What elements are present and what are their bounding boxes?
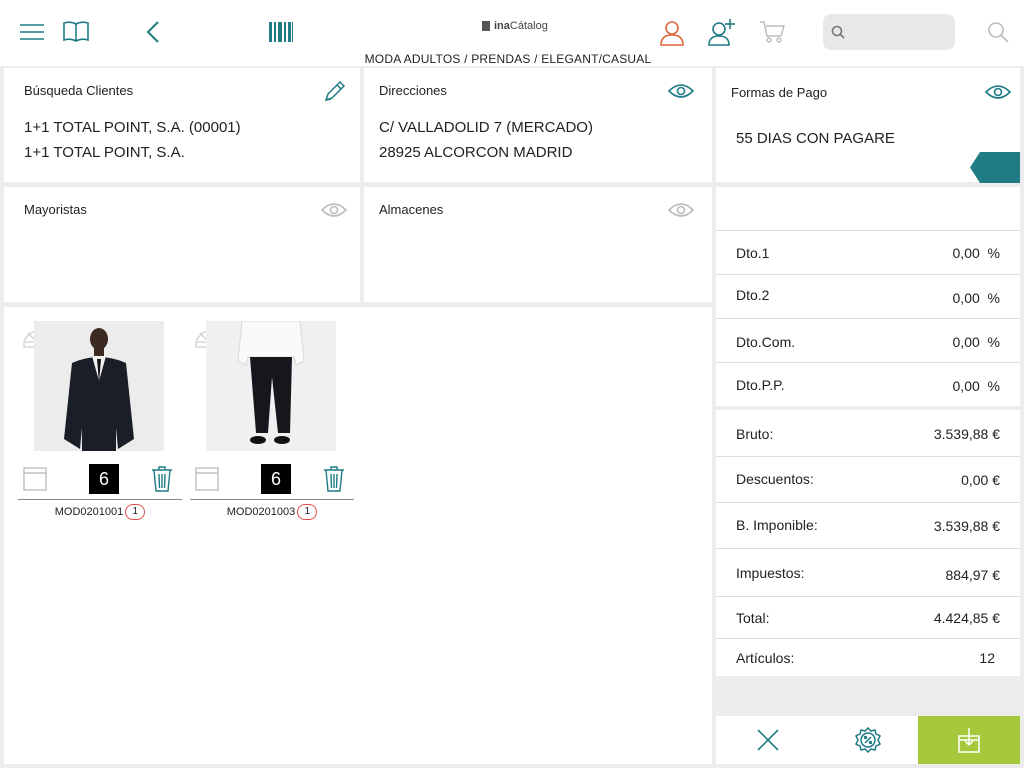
customer-line-2: 1+1 TOTAL POINT, S.A. [24,144,185,161]
side-tab-handle[interactable] [970,152,1020,183]
edit-pencil-icon[interactable] [322,80,346,104]
discount-row[interactable]: Dto.P.P. 0,00 % [716,362,1020,406]
customer-search-card[interactable]: Búsqueda Clientes 1+1 TOTAL POINT, S.A. … [4,68,360,182]
discount-row[interactable]: Dto.1 0,00 % [716,230,1020,274]
wholesalers-title: Mayoristas [24,202,87,217]
discount-value: 0,00 % [952,334,1000,350]
totals-label: Artículos: [736,650,795,666]
warehouses-title: Almacenes [379,202,444,217]
user-icon[interactable] [660,20,684,46]
totals-row: Artículos: 12 [716,638,1020,676]
product-code-line: MOD0201001 1 [18,504,182,520]
product-divider [190,499,354,500]
payment-methods-card[interactable]: Formas de Pago 55 DIAS CON PAGARE [716,68,1020,183]
discount-badge-icon[interactable] [855,727,881,753]
confirm-order-button[interactable] [918,716,1020,764]
eye-icon[interactable] [985,84,1011,100]
brand-rest: Cátalog [509,20,548,32]
search-icon [831,25,845,39]
totals-value: 3.539,88 € [933,518,1000,534]
quantity-box[interactable]: 6 [261,464,291,494]
discount-label: Dto.1 [736,245,770,261]
search-field[interactable] [823,14,955,50]
barcode-icon[interactable] [269,22,293,42]
product-divider [18,499,182,500]
right-panel-spacer [716,187,1020,230]
product-code: MOD0201001 [54,505,124,518]
address-line-1: C/ VALLADOLID 7 (MERCADO) [379,119,593,136]
totals-label: Descuentos: [736,471,814,487]
quantity-box[interactable]: 6 [89,464,119,494]
discount-label: Dto.P.P. [736,377,785,393]
totals-row: B. Imponible: 3.539,88 € [716,502,1020,548]
discount-value: 0,00 % [952,290,1000,306]
totals-row: Total: 4.424,85 € [716,596,1020,638]
discount-value: 0,00 % [952,245,1000,261]
box-download-icon [958,727,980,753]
totals-label: Impuestos: [736,565,805,581]
product-count-badge: 1 [297,504,318,520]
payment-title: Formas de Pago [731,85,828,100]
app-brand: inaCátalog [482,20,548,32]
back-icon[interactable] [146,20,160,44]
trash-icon[interactable] [323,466,345,492]
menu-icon[interactable] [20,22,44,42]
trash-icon[interactable] [151,466,173,492]
top-bar: inaCátalog MODA ADULTOS / PRENDAS / ELEG… [0,0,1024,66]
book-icon[interactable] [63,21,89,43]
eye-icon[interactable] [668,83,694,99]
eye-icon[interactable] [668,202,694,218]
warehouses-card[interactable]: Almacenes [364,187,712,302]
search-button-icon[interactable] [987,21,1009,43]
totals-row: Impuestos: 884,97 € [716,548,1020,596]
product-count-badge: 1 [125,504,146,520]
addresses-card[interactable]: Direcciones C/ VALLADOLID 7 (MERCADO) 28… [364,68,712,182]
cart-icon[interactable] [759,20,785,44]
close-icon[interactable] [757,729,779,751]
totals-row: Bruto: 3.539,88 € [716,410,1020,456]
totals-value: 884,97 € [945,567,1001,583]
product-item[interactable]: 6 MOD0201001 1 [18,307,184,527]
totals-value: 12 [979,650,995,666]
brand-logo-icon [482,21,490,31]
product-item[interactable]: 6 MOD0201003 1 [190,307,356,527]
address-line-2: 28925 ALCORCON MADRID [379,144,573,161]
product-code: MOD0201003 [226,505,296,518]
wholesalers-card[interactable]: Mayoristas [4,187,360,302]
brand-bold: ina [494,20,510,32]
totals-label: Bruto: [736,426,774,442]
product-image[interactable] [34,321,164,451]
payment-line-1: 55 DIAS CON PAGARE [736,130,895,147]
totals-label: B. Imponible: [736,517,818,533]
product-code-line: MOD0201003 1 [190,504,354,520]
discount-value: 0,00 % [952,378,1000,394]
totals-value: 3.539,88 € [933,426,1000,442]
customer-line-1: 1+1 TOTAL POINT, S.A. (00001) [24,119,241,136]
add-user-icon[interactable] [708,18,736,46]
search-input[interactable] [851,14,951,50]
totals-value: 0,00 € [961,472,1000,488]
discount-label: Dto.Com. [736,334,796,350]
product-frame-icon[interactable] [23,467,47,491]
breadcrumb: MODA ADULTOS / PRENDAS / ELEGANT/CASUAL [364,52,652,66]
totals-row: Descuentos: 0,00 € [716,456,1020,502]
totals-label: Total: [736,610,770,626]
discount-label: Dto.2 [736,287,770,303]
discount-row[interactable]: Dto.2 0,00 % [716,274,1020,318]
discount-row[interactable]: Dto.Com. 0,00 % [716,318,1020,362]
eye-icon[interactable] [321,202,347,218]
order-products-area: 6 MOD0201001 1 6 MOD0201003 1 [4,307,712,764]
totals-value: 4.424,85 € [933,610,1000,626]
product-image[interactable] [206,321,336,451]
addresses-title: Direcciones [379,83,447,98]
product-frame-icon[interactable] [195,467,219,491]
customer-search-title: Búsqueda Clientes [24,83,134,98]
